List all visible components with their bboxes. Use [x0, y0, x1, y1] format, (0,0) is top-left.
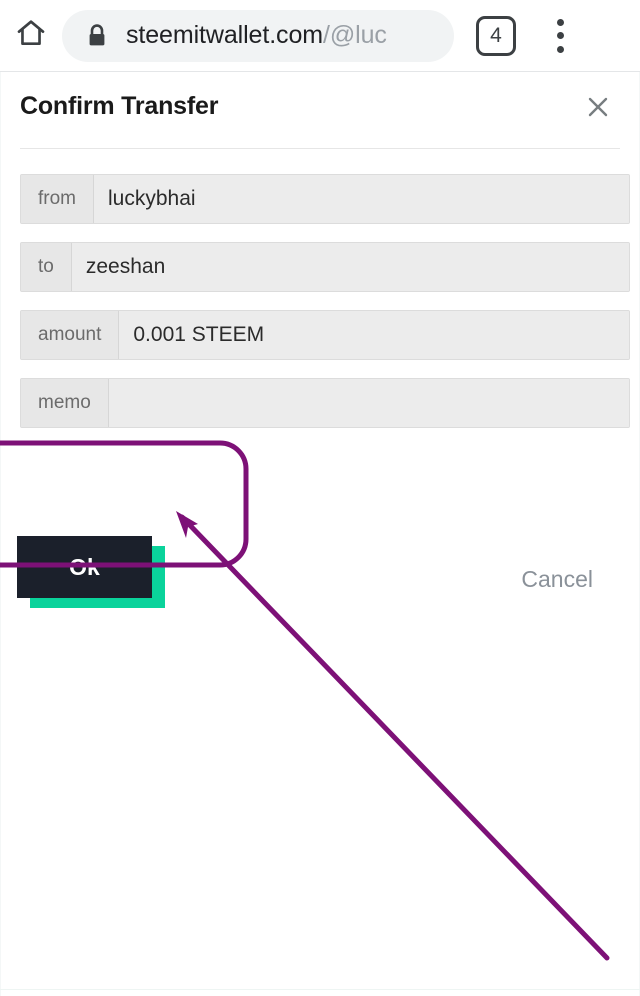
address-bar-url: steemitwallet.com/@luc: [126, 21, 387, 50]
field-label-to: to: [21, 243, 72, 291]
field-value-to: zeeshan: [71, 243, 629, 291]
menu-dot-2: [556, 32, 564, 39]
field-value-from: luckybhai: [94, 175, 629, 223]
transfer-details-list: from luckybhai to zeeshan amount 0.001 S…: [20, 174, 630, 446]
url-domain: steemitwallet.com: [126, 21, 323, 49]
tab-counter-button[interactable]: 4: [476, 15, 516, 56]
screen: steemitwallet.com/@luc 4 Confirm Transfe…: [0, 0, 640, 996]
ok-button[interactable]: Ok: [17, 536, 152, 598]
page-left-edge: [0, 72, 1, 996]
field-label-from: from: [21, 175, 94, 223]
confirm-transfer-dialog: Confirm Transfer from luckybhai to zeesh…: [0, 72, 640, 996]
cancel-button[interactable]: Cancel: [521, 566, 593, 593]
three-dot-menu-icon[interactable]: [540, 14, 580, 58]
url-path: /@luc: [322, 21, 387, 49]
menu-dot-3: [556, 45, 564, 53]
field-row-to: to zeeshan: [20, 242, 630, 292]
menu-dot-1: [556, 18, 564, 26]
close-icon: [586, 95, 610, 124]
field-label-amount: amount: [21, 311, 120, 359]
field-row-memo: memo: [20, 378, 630, 428]
browser-toolbar: steemitwallet.com/@luc 4: [0, 0, 640, 72]
address-bar[interactable]: steemitwallet.com/@luc: [62, 9, 454, 62]
home-icon: [15, 17, 47, 54]
lock-icon: [86, 23, 108, 48]
dialog-header: Confirm Transfer: [0, 72, 640, 149]
home-button[interactable]: [0, 0, 62, 72]
field-row-from: from luckybhai: [20, 174, 630, 224]
field-row-amount: amount 0.001 STEEM: [20, 310, 630, 360]
header-divider: [20, 148, 620, 149]
page-title: Confirm Transfer: [20, 92, 219, 120]
dialog-actions: Ok Cancel: [0, 446, 640, 608]
page-bottom-edge: [0, 989, 640, 990]
close-button[interactable]: [575, 86, 621, 132]
field-label-memo: memo: [21, 379, 109, 427]
tab-count-label: 4: [490, 23, 502, 47]
field-value-amount: 0.001 STEEM: [119, 311, 629, 359]
field-value-memo: [108, 379, 629, 427]
